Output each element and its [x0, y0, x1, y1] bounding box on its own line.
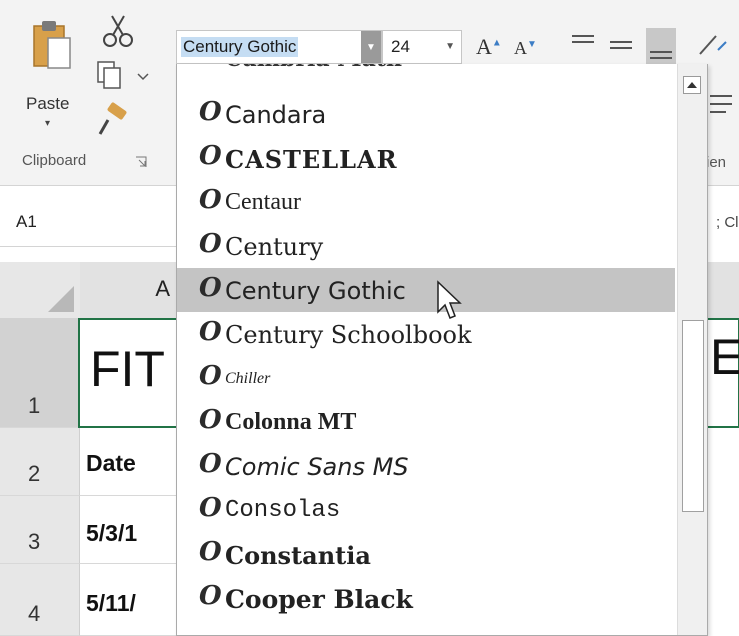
copy-icon[interactable]: [94, 58, 150, 94]
row-number: 2: [28, 461, 41, 486]
column-header-a[interactable]: A: [80, 262, 180, 320]
paste-label: Paste: [26, 94, 70, 113]
font-name-value: Century Gothic: [181, 37, 299, 57]
font-icon: O: [199, 273, 222, 303]
row-header-1[interactable]: 1: [0, 318, 80, 428]
font-item-label: Colonna MT: [225, 409, 357, 435]
font-item-colonna-mt[interactable]: O Colonna MT: [177, 400, 675, 444]
chevron-down-icon: ▼: [366, 41, 376, 53]
alignment-group-label: ien: [706, 154, 727, 171]
row-header-4[interactable]: 4: [0, 564, 80, 636]
name-box[interactable]: A1: [0, 200, 176, 247]
paste-dropdown-arrow[interactable]: ▾: [45, 118, 50, 129]
cell-a4[interactable]: 5/11/: [80, 564, 180, 636]
row-number: 1: [28, 393, 41, 418]
font-icon: O: [199, 141, 222, 171]
format-painter-icon[interactable]: [94, 102, 150, 138]
font-size-value: 24: [391, 37, 410, 56]
font-item-label: Consolas: [225, 497, 341, 524]
dialog-launcher-icon[interactable]: [134, 155, 148, 169]
font-icon: O: [199, 537, 222, 567]
font-item-label: CASTELLAR: [225, 145, 398, 174]
font-icon: O: [199, 97, 222, 127]
column-header-label: A: [155, 276, 170, 301]
cut-icon[interactable]: [94, 14, 150, 50]
paste-button[interactable]: Paste ▾: [18, 8, 88, 129]
font-item-label: Century Gothic: [225, 277, 406, 305]
font-item-label: Century: [225, 233, 324, 261]
scroll-thumb[interactable]: [682, 320, 704, 512]
font-icon: O: [199, 185, 222, 215]
column-header-right[interactable]: [708, 262, 739, 320]
font-icon: O: [199, 581, 222, 611]
align-bottom-icon[interactable]: [646, 28, 676, 64]
font-item-label: Constantia: [225, 541, 371, 570]
clipboard-group-label: Clipboard: [22, 152, 87, 169]
decrease-font-size-button[interactable]: A▼: [514, 38, 537, 59]
font-item-century[interactable]: O Century: [177, 224, 675, 268]
font-item-label: Comic Sans MS: [225, 453, 409, 481]
font-item-cooper-black[interactable]: O Cooper Black: [177, 576, 675, 620]
row-number: 3: [28, 529, 41, 554]
chevron-down-icon[interactable]: ▼: [445, 41, 455, 52]
name-box-value: A1: [16, 212, 37, 231]
cell-a2[interactable]: Date: [80, 428, 180, 496]
orientation-icon[interactable]: [694, 28, 734, 64]
font-item-castellar[interactable]: O CASTELLAR: [177, 136, 675, 180]
chevron-up-icon: [687, 82, 697, 88]
font-item-chiller[interactable]: O Chiller: [177, 356, 675, 400]
font-item-consolas[interactable]: O Consolas: [177, 488, 675, 532]
increase-font-size-button[interactable]: A▲: [476, 34, 502, 60]
font-item-label: Chiller: [225, 370, 271, 387]
font-item-century-gothic[interactable]: O Century Gothic: [177, 268, 675, 312]
font-icon: O: [199, 405, 222, 435]
font-item-label: Cambria Math: [225, 64, 402, 72]
row-header-2[interactable]: 2: [0, 428, 80, 496]
font-item-label: Candara: [225, 101, 327, 129]
align-middle-icon[interactable]: [606, 28, 636, 64]
font-item-century-schoolbook[interactable]: O Century Schoolbook: [177, 312, 675, 356]
wrap-text-icon[interactable]: [706, 86, 736, 122]
font-dropdown-button[interactable]: ▼: [361, 31, 381, 63]
dropdown-scrollbar[interactable]: [677, 64, 707, 635]
font-item-cambria-math[interactable]: Cambria Math: [177, 64, 675, 76]
font-item-constantia[interactable]: O Constantia: [177, 532, 675, 576]
clipboard-paste-icon: [33, 21, 71, 69]
select-all-corner[interactable]: [0, 262, 81, 319]
formula-bar-content[interactable]: ; Cl: [716, 214, 739, 231]
font-dropdown-list[interactable]: Cambria Math O Candara O CASTELLAR O Cen…: [176, 64, 708, 636]
select-all-triangle: [48, 286, 74, 312]
cell-right-fragment[interactable]: E: [710, 328, 739, 386]
font-icon: O: [199, 449, 222, 479]
align-top-icon[interactable]: [568, 28, 598, 64]
font-size-input[interactable]: 24 ▼: [382, 30, 462, 64]
font-icon: O: [199, 229, 222, 259]
font-name-input[interactable]: Century Gothic ▼: [176, 30, 382, 64]
font-icon: O: [199, 317, 222, 347]
font-item-comic-sans-ms[interactable]: O Comic Sans MS: [177, 444, 675, 488]
cell-a3[interactable]: 5/3/1: [80, 496, 180, 564]
row-number: 4: [28, 601, 41, 626]
font-icon: O: [199, 493, 222, 523]
font-icon: O: [199, 361, 222, 391]
cell-a1[interactable]: FIT: [80, 318, 180, 428]
font-item-candara[interactable]: O Candara: [177, 92, 675, 136]
font-item-label: Century Schoolbook: [225, 321, 472, 349]
font-item-label: Cooper Black: [225, 585, 413, 614]
row-header-3[interactable]: 3: [0, 496, 80, 564]
scroll-up-button[interactable]: [683, 76, 701, 94]
font-item-centaur[interactable]: O Centaur: [177, 180, 675, 224]
font-item-label: Centaur: [225, 189, 301, 215]
